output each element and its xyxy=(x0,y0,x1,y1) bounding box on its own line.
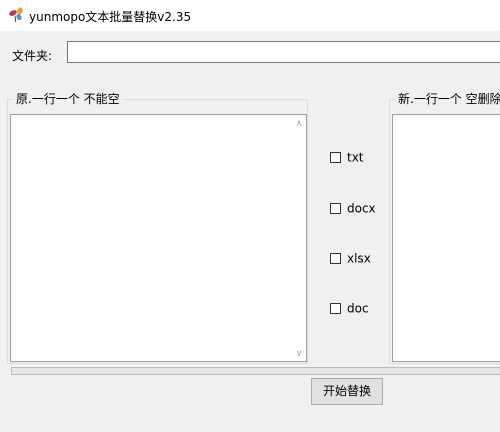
checkbox-doc[interactable]: doc xyxy=(330,301,369,316)
checkbox-txt[interactable]: txt xyxy=(330,150,364,165)
folder-input[interactable] xyxy=(67,41,500,63)
flower-app-icon xyxy=(9,7,23,23)
app-window: yunmopo文本批量替换v2.35 文件夹: 原.一行一个 不能空 ∧ ∨ 新… xyxy=(0,0,500,432)
checkbox-label: doc xyxy=(347,301,369,316)
checkbox-box[interactable] xyxy=(330,253,341,264)
scroll-up-arrow-icon[interactable]: ∧ xyxy=(294,119,304,129)
replacement-group-label: 新.一行一个 空删除 xyxy=(396,90,500,107)
original-group-label: 原.一行一个 不能空 xyxy=(14,90,122,107)
scroll-down-arrow-icon[interactable]: ∨ xyxy=(294,349,304,359)
checkbox-label: txt xyxy=(347,150,364,165)
checkbox-box[interactable] xyxy=(330,152,341,163)
progress-bar xyxy=(11,367,500,375)
window-title: yunmopo文本批量替换v2.35 xyxy=(29,10,192,24)
start-replace-button[interactable]: 开始替换 xyxy=(311,378,383,405)
checkbox-label: xlsx xyxy=(347,251,371,266)
original-textarea[interactable]: ∧ ∨ xyxy=(10,114,307,362)
checkbox-box[interactable] xyxy=(330,203,341,214)
checkbox-xlsx[interactable]: xlsx xyxy=(330,251,371,266)
replacement-textarea[interactable] xyxy=(392,114,500,362)
checkbox-docx[interactable]: docx xyxy=(330,201,376,216)
checkbox-label: docx xyxy=(347,201,376,216)
checkbox-box[interactable] xyxy=(330,303,341,314)
title-bar: yunmopo文本批量替换v2.35 xyxy=(0,0,500,31)
folder-label: 文件夹: xyxy=(12,49,53,63)
